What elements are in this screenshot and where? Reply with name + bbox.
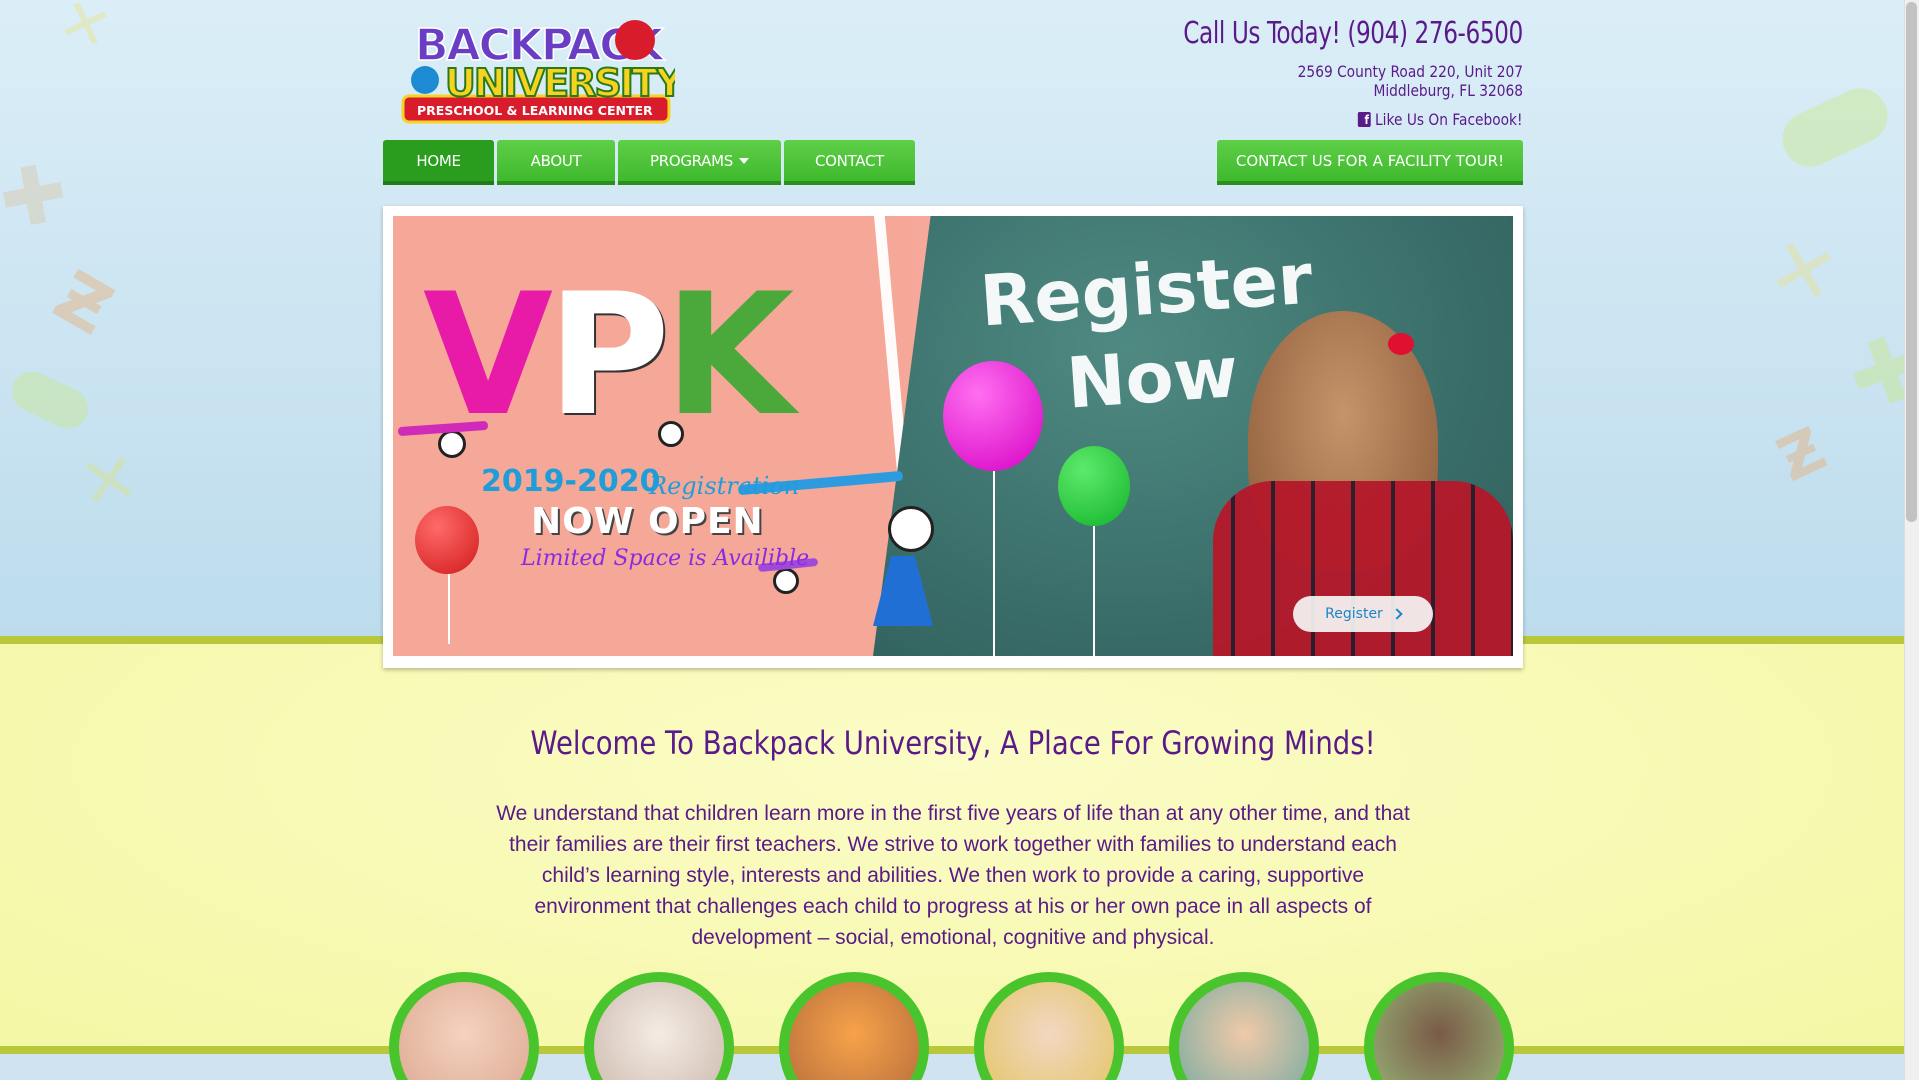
nav-contact-label: CONTACT — [814, 151, 885, 170]
vpk-headline: VPK — [423, 271, 794, 439]
facebook-link[interactable]: f Like Us On Facebook! — [1358, 110, 1523, 129]
stick-figure-head — [773, 568, 799, 594]
vpk-year: 2019-2020 — [481, 464, 661, 499]
svg-text:UNIVERSITY: UNIVERSITY — [445, 61, 675, 105]
call-us-phone[interactable]: Call Us Today! (904) 276-6500 — [1183, 16, 1523, 51]
program-circle[interactable] — [974, 972, 1124, 1080]
scrollbar[interactable] — [1904, 0, 1919, 1080]
nav-about[interactable]: ABOUT — [497, 140, 615, 185]
address-line-2: Middleburg, FL 32068 — [1373, 81, 1523, 100]
vpk-limited-space: Limited Space is Availible — [521, 546, 810, 571]
address: 2569 County Road 220, Unit 207 Middlebur… — [1298, 62, 1523, 100]
girl-hair-bow — [1388, 333, 1414, 355]
program-circle[interactable] — [389, 972, 539, 1080]
site-logo[interactable]: BACKPACK UNIVERSITY PRESCHOOL & LEARNING… — [395, 12, 687, 124]
nav-about-label: ABOUT — [530, 151, 582, 170]
facebook-link-label: Like Us On Facebook! — [1375, 110, 1523, 129]
facebook-icon: f — [1358, 112, 1372, 127]
address-line-1: 2569 County Road 220, Unit 207 — [1297, 62, 1523, 81]
vpk-letter-p: P — [547, 257, 670, 453]
hero-slide: VPK 2019-2020 Registration NOW OPEN Limi… — [393, 216, 1513, 656]
children-group-photo — [984, 982, 1114, 1080]
stick-figure-head — [888, 506, 934, 552]
program-circle[interactable] — [1364, 972, 1514, 1080]
vpk-registration-word: Registration — [649, 472, 800, 500]
main-nav: HOME ABOUT PROGRAMS CONTACT — [383, 140, 915, 185]
nav-home-label: HOME — [416, 151, 461, 170]
nav-programs[interactable]: PROGRAMS — [618, 140, 781, 185]
intro-paragraph: We understand that children learn more i… — [496, 802, 1410, 949]
chevron-right-icon — [1391, 608, 1403, 620]
caret-down-icon — [739, 157, 750, 164]
register-button[interactable]: Register — [1293, 596, 1433, 632]
balloon-string — [1093, 526, 1095, 656]
stick-figure-head — [658, 421, 684, 447]
vpk-now-open: NOW OPEN — [531, 501, 764, 542]
scrollbar-thumb[interactable] — [1906, 2, 1917, 522]
stick-figure-head — [438, 430, 466, 458]
svg-text:PRESCHOOL & LEARNING CENTER: PRESCHOOL & LEARNING CENTER — [417, 103, 653, 118]
hero-slider: VPK 2019-2020 Registration NOW OPEN Limi… — [383, 206, 1523, 668]
toddlers-photo — [594, 982, 724, 1080]
kids-activity-photo — [1179, 982, 1309, 1080]
program-photo-row — [389, 972, 1514, 1080]
nav-contact[interactable]: CONTACT — [784, 140, 915, 185]
nav-programs-label: PROGRAMS — [649, 151, 734, 170]
boy-outdoors-photo — [1374, 982, 1504, 1080]
green-balloon — [1058, 446, 1130, 526]
vpk-letter-k: K — [664, 257, 794, 453]
balloon-string — [448, 574, 450, 644]
nav-home[interactable]: HOME — [383, 140, 494, 185]
welcome-title: Welcome To Backpack University, A Place … — [530, 724, 1376, 762]
balloon-string — [993, 471, 995, 656]
register-button-label: Register — [1325, 606, 1383, 622]
program-circle[interactable] — [1169, 972, 1319, 1080]
program-circle[interactable] — [584, 972, 734, 1080]
program-circle[interactable] — [779, 972, 929, 1080]
preschool-boy-photo — [789, 982, 919, 1080]
infant-photo — [399, 982, 529, 1080]
red-balloon — [415, 506, 479, 574]
facility-tour-button[interactable]: CONTACT US FOR A FACILITY TOUR! — [1217, 140, 1523, 185]
